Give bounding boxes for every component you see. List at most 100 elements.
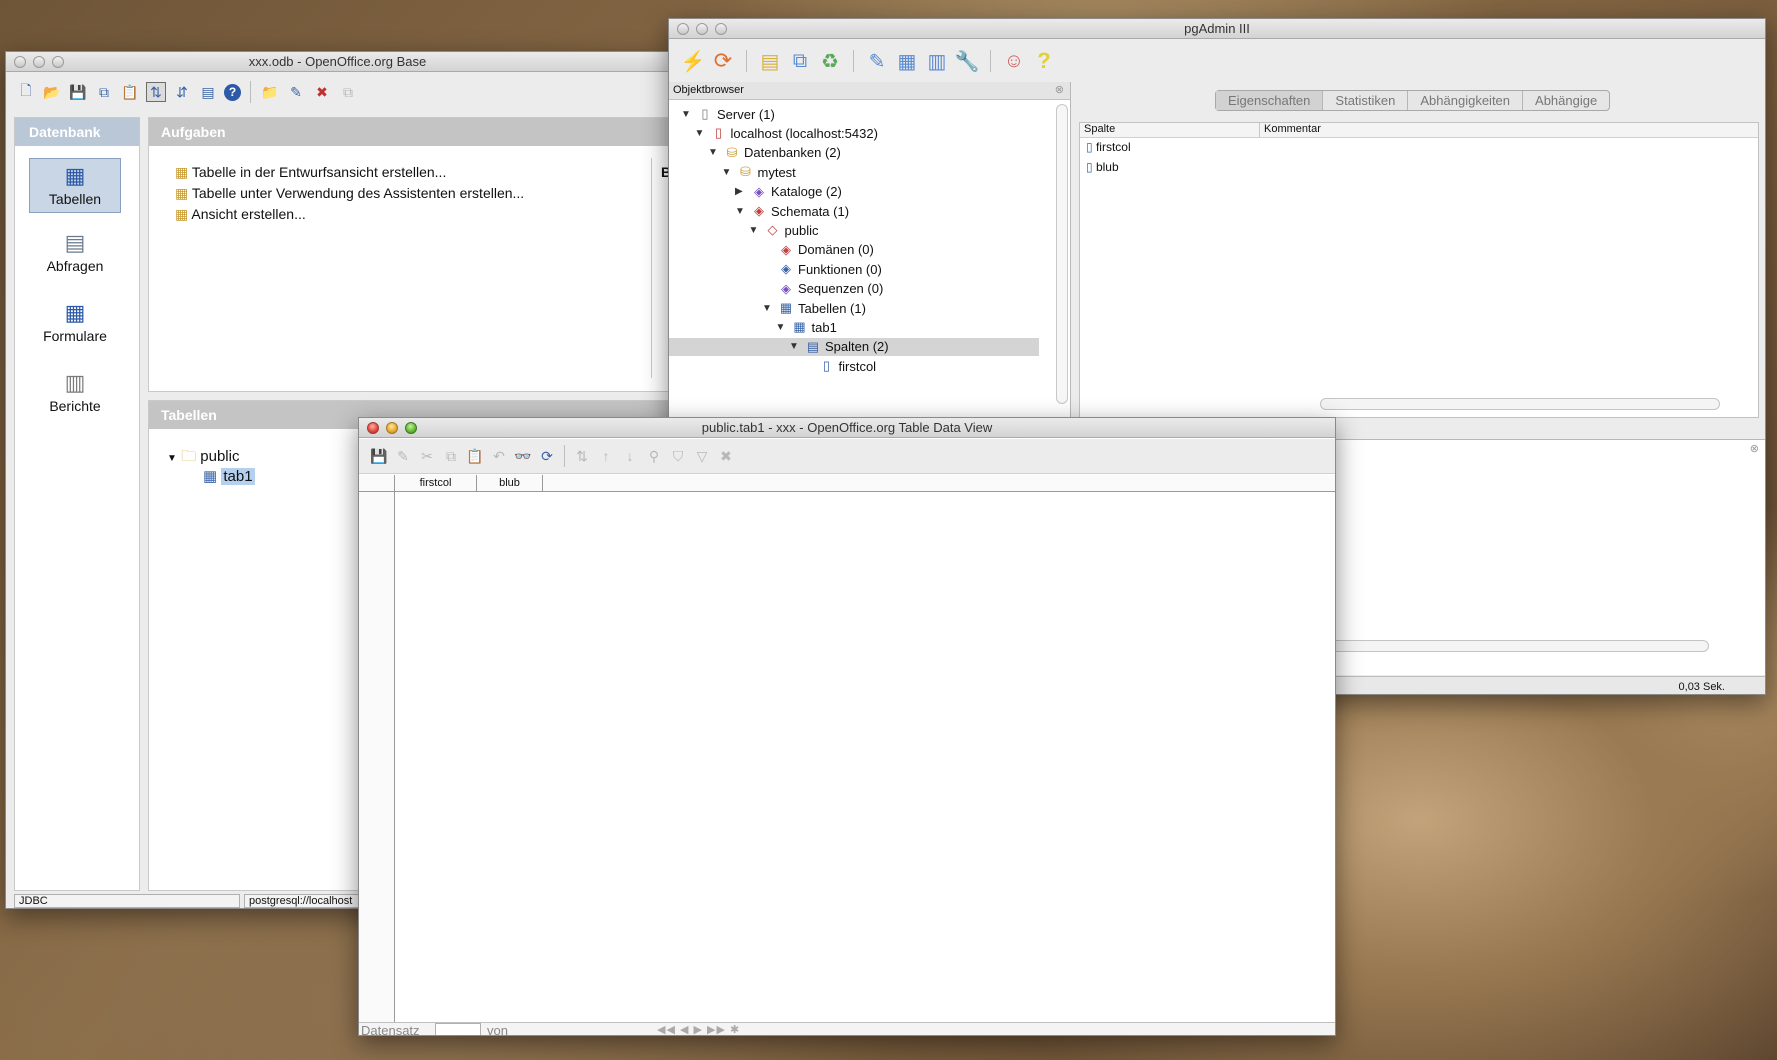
delete-icon[interactable]: ✖ [312, 82, 332, 102]
tree-node[interactable]: ▶ ◈ Kataloge (2) [735, 183, 842, 201]
sidebar-item-tables[interactable]: ▦ Tabellen [29, 158, 121, 213]
connect-icon[interactable]: ⚡ [681, 51, 706, 73]
tree-node[interactable]: ◈ Sequenzen (0) [762, 280, 883, 298]
tree-node[interactable]: ◈ Domänen (0) [762, 241, 874, 259]
standard-filter-icon[interactable]: ⛉ [668, 446, 688, 466]
expand-arrow-icon[interactable]: ▼ [749, 225, 761, 236]
properties-icon[interactable]: ▤ [760, 51, 780, 73]
task-create-view[interactable]: ▦ Ansicht erstellen... [175, 206, 306, 223]
tree-node[interactable]: ▯ firstcol [803, 357, 876, 375]
tab-abhaengige[interactable]: Abhängige [1523, 91, 1609, 110]
expand-arrow-icon[interactable]: ▼ [762, 303, 774, 314]
sidebar-item-queries[interactable]: ▤ Abfragen [29, 228, 121, 283]
edit-data-icon[interactable]: ✎ [393, 446, 413, 466]
copy-icon[interactable]: ⧉ [441, 446, 461, 466]
tab-eigenschaften[interactable]: Eigenschaften [1216, 91, 1324, 110]
minimize-button[interactable] [386, 422, 398, 434]
vertical-scrollbar[interactable] [1056, 104, 1068, 404]
column-header[interactable]: Spalte [1080, 123, 1260, 137]
expand-arrow-icon[interactable]: ▼ [708, 147, 720, 158]
tab-abhaengigkeiten[interactable]: Abhängigkeiten [1408, 91, 1524, 110]
paste-icon[interactable]: 📋 [120, 82, 140, 102]
undo-icon[interactable]: ↶ [489, 446, 509, 466]
tree-label: mytest [757, 164, 796, 180]
horizontal-scrollbar[interactable] [1320, 398, 1720, 410]
tree-node[interactable]: ▼ ▦ tab1 [776, 318, 837, 336]
view-data-icon[interactable]: ▦ [897, 51, 917, 73]
rename-icon[interactable]: ⧉ [338, 82, 358, 102]
close-pane-icon[interactable]: ⊗ [1750, 442, 1759, 455]
tab-statistiken[interactable]: Statistiken [1323, 91, 1409, 110]
cut-icon[interactable]: ✂ [417, 446, 437, 466]
column-header[interactable]: Kommentar [1260, 123, 1321, 137]
apply-filter-icon[interactable]: ▽ [692, 446, 712, 466]
close-button[interactable] [14, 56, 26, 68]
help-icon[interactable]: ? [1034, 48, 1054, 73]
sidebar-item-reports[interactable]: ▥ Berichte [29, 368, 121, 423]
close-pane-icon[interactable]: ⊗ [1055, 83, 1064, 96]
horizontal-scrollbar[interactable] [1289, 640, 1709, 652]
save-record-icon[interactable]: 💾 [369, 446, 389, 466]
form-icon[interactable]: ▤ [198, 82, 218, 102]
close-button[interactable] [677, 23, 689, 35]
remove-filter-icon[interactable]: ✖ [716, 446, 736, 466]
copy-icon[interactable]: ⧉ [94, 82, 114, 102]
tree-node[interactable]: ▼ ▯ Server (1) [681, 105, 775, 123]
column-header-firstcol[interactable]: firstcol [395, 475, 477, 492]
tree-node[interactable]: ▼ ▦ Tabellen (1) [762, 299, 866, 317]
create-object-icon[interactable]: ⧉ [790, 50, 810, 72]
maintenance-icon[interactable]: 🔧 [955, 51, 980, 73]
refresh-icon[interactable]: ⟳ [713, 48, 733, 73]
column-header-blub[interactable]: blub [477, 475, 543, 492]
record-number-field[interactable] [435, 1023, 481, 1035]
find-record-icon[interactable]: 👓 [513, 446, 533, 466]
sort-descending-icon[interactable]: ↓ [620, 446, 640, 466]
close-button[interactable] [367, 422, 379, 434]
zoom-button[interactable] [405, 422, 417, 434]
sort-ascending-icon[interactable]: ⇅ [146, 82, 166, 102]
tree-node[interactable]: ▼ ◇ public [749, 221, 819, 239]
expand-arrow-icon[interactable]: ▶ [735, 186, 747, 197]
tree-node[interactable]: ▼ ▤ Spalten (2) [669, 337, 1039, 356]
refresh-icon[interactable]: ⟳ [537, 446, 557, 466]
tree-node[interactable]: ▼ ▯ localhost (localhost:5432) [695, 124, 878, 142]
sidebar-item-forms[interactable]: ▦ Formulare [29, 298, 121, 353]
minimize-button[interactable] [696, 23, 708, 35]
expand-arrow-icon[interactable]: ▼ [735, 206, 747, 217]
expand-arrow-icon[interactable]: ▼ [695, 128, 707, 139]
sort-descending-icon[interactable]: ⇵ [172, 82, 192, 102]
tree-table-tab1[interactable]: ▦ tab1 [203, 467, 255, 485]
drop-icon[interactable]: ♻ [820, 51, 840, 73]
zoom-button[interactable] [715, 23, 727, 35]
tree-node[interactable]: ▼ ⛁ mytest [722, 163, 796, 181]
sql-editor-icon[interactable]: ✎ [867, 51, 887, 73]
expand-arrow-icon[interactable]: ▼ [776, 322, 788, 333]
help-icon[interactable]: ? [224, 83, 241, 101]
sort-icon[interactable]: ⇅ [572, 446, 592, 466]
tree-label: Domänen (0) [798, 242, 874, 258]
expand-arrow-icon[interactable]: ▼ [681, 109, 693, 120]
expand-arrow-icon[interactable]: ▼ [167, 453, 177, 464]
paste-icon[interactable]: 📋 [465, 446, 485, 466]
filtered-data-icon[interactable]: ▥ [927, 51, 947, 73]
sort-ascending-icon[interactable]: ↑ [596, 446, 616, 466]
zoom-button[interactable] [52, 56, 64, 68]
autofilter-icon[interactable]: ⚲ [644, 446, 664, 466]
expand-arrow-icon[interactable]: ▼ [789, 341, 801, 352]
save-icon[interactable]: 💾 [68, 82, 88, 102]
tree-node[interactable]: ▼ ⛁ Datenbanken (2) [708, 144, 841, 162]
list-item[interactable]: ▯ blub [1080, 158, 1758, 178]
tree-node[interactable]: ▼ ◈ Schemata (1) [735, 202, 849, 220]
open-database-object-icon[interactable]: 📁 [260, 82, 280, 102]
navigation-buttons[interactable]: ◀◀ ◀ ▶ ▶▶ ✱ [657, 1023, 740, 1035]
hint-icon[interactable]: ☺ [1004, 50, 1024, 72]
open-icon[interactable]: 📂 [42, 82, 62, 102]
expand-arrow-icon[interactable]: ▼ [722, 167, 734, 178]
list-item[interactable]: ▯ firstcol [1080, 138, 1758, 158]
new-document-icon[interactable]: 🗋 [16, 82, 36, 102]
tree-node[interactable]: ◈ Funktionen (0) [762, 260, 882, 278]
edit-icon[interactable]: ✎ [286, 82, 306, 102]
minimize-button[interactable] [33, 56, 45, 68]
task-create-wizard[interactable]: ▦ Tabelle unter Verwendung des Assistent… [175, 185, 524, 202]
task-create-design[interactable]: ▦ Tabelle in der Entwurfsansicht erstell… [175, 164, 446, 181]
